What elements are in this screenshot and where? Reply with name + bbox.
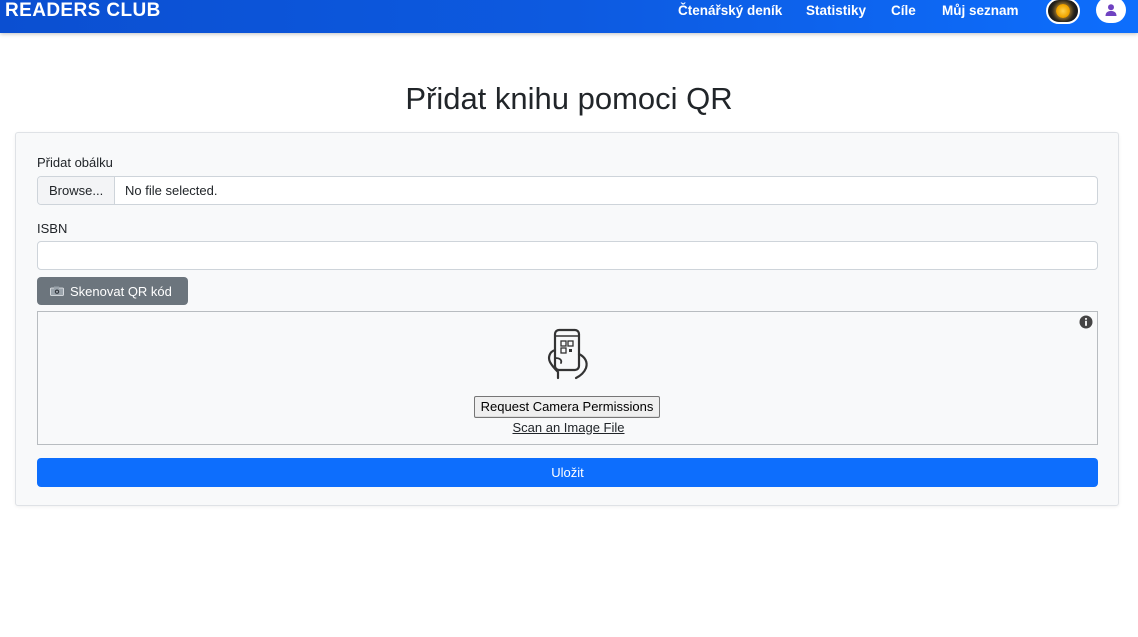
nav-link-goals[interactable]: Cíle [891,3,916,19]
nav-link-statistics[interactable]: Statistiky [806,3,866,19]
user-menu-button[interactable] [1096,0,1126,23]
info-icon[interactable] [1079,315,1093,329]
user-icon [1105,4,1117,16]
save-button[interactable]: Uložit [37,458,1098,487]
isbn-input[interactable] [37,241,1098,270]
add-book-form-card: Přidat obálku Browse... No file selected… [15,132,1119,506]
scan-qr-button[interactable]: Skenovat QR kód [37,277,188,305]
request-camera-permissions-button[interactable]: Request Camera Permissions [474,396,660,418]
phone-qr-icon [547,328,588,380]
browse-button[interactable]: Browse... [38,177,115,204]
scan-image-file-container: Scan an Image File [38,420,1099,436]
camera-icon [50,286,64,296]
cover-file-input[interactable]: Browse... No file selected. [37,176,1098,205]
file-status-text: No file selected. [125,183,218,198]
nav-link-reading-diary[interactable]: Čtenářský deník [678,3,782,19]
theme-toggle-button[interactable] [1046,0,1080,24]
nav-link-my-list[interactable]: Můj seznam [942,3,1019,19]
navbar: READERS CLUB Čtenářský deník Statistiky … [0,0,1138,33]
scan-qr-label: Skenovat QR kód [70,283,172,299]
isbn-label: ISBN [37,221,68,236]
page-title: Přidat knihu pomoci QR [405,81,733,116]
sun-icon [1056,4,1070,18]
cover-label: Přidat obálku [37,155,113,170]
scan-image-file-link[interactable]: Scan an Image File [512,420,624,435]
brand-logo[interactable]: READERS CLUB [5,0,161,22]
qr-scanner-region: Request Camera Permissions Scan an Image… [37,311,1098,445]
